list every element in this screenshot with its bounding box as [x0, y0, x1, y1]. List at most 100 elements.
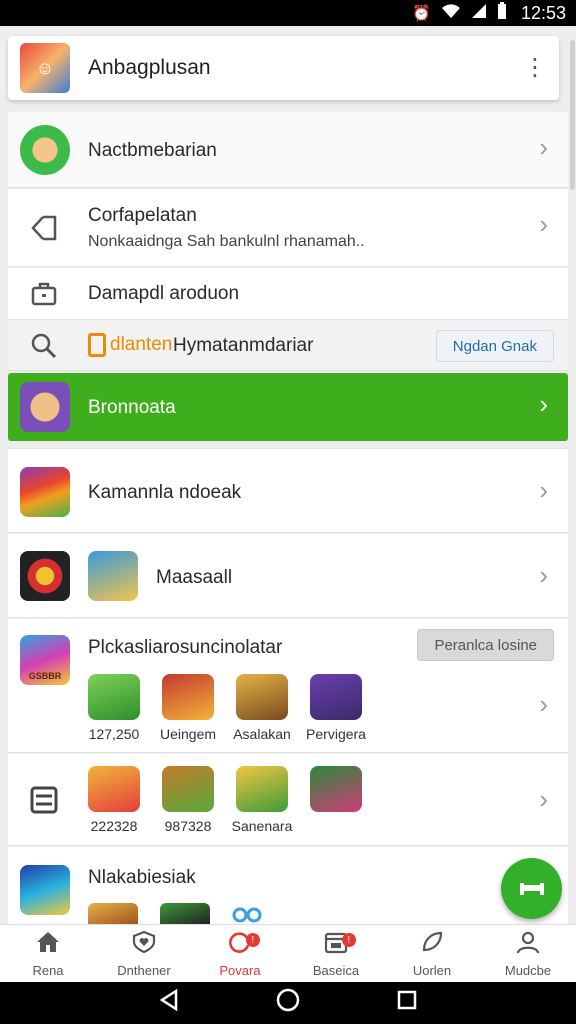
notification-badge: ! — [245, 933, 260, 947]
avatar-icon — [20, 382, 70, 432]
game-tile[interactable]: 222328 — [88, 766, 140, 834]
chevron-right-icon: › — [539, 560, 548, 590]
game-tile[interactable]: Pervigera — [306, 674, 366, 742]
battery-icon — [497, 2, 507, 24]
tile-image — [236, 766, 288, 812]
game-tile[interactable] — [232, 907, 262, 924]
app-avatar[interactable]: ☺ — [20, 43, 70, 93]
chevron-right-icon: › — [539, 784, 548, 814]
app-icon — [20, 467, 70, 517]
list-item-sublabel: Nonkaaidnga Sah bankulnl rhanamah.. — [88, 233, 365, 250]
shield-heart-icon — [131, 930, 157, 959]
list-item-label: Corfapelatan — [88, 205, 197, 226]
group-title: Plckasliarosuncinolatar — [88, 637, 283, 658]
chevron-right-icon: › — [539, 689, 548, 719]
nav-label: Mudcbe — [504, 962, 552, 978]
chevron-right-icon: › — [539, 132, 548, 162]
tile-image — [236, 674, 288, 720]
search-row[interactable]: dlanten Hymatanmdariar Ngdan Gnak — [8, 321, 568, 371]
chevron-right-icon: › — [539, 209, 548, 239]
tile-image — [162, 674, 214, 720]
list-item-highlighted[interactable]: Bronnoata › — [8, 373, 568, 441]
app-icon — [20, 551, 70, 601]
game-tile[interactable]: Ueingem — [160, 674, 216, 742]
more-vert-icon[interactable]: ⋮ — [523, 56, 547, 80]
list-item[interactable]: Damapdl aroduon — [8, 268, 568, 320]
share-icon — [22, 206, 66, 250]
list-item[interactable]: Kamannla ndoeak › — [8, 448, 568, 533]
home-circle-icon[interactable] — [276, 988, 300, 1019]
nav-label: Rena — [32, 962, 64, 978]
system-nav-bar — [0, 982, 576, 1024]
list-item-label: Damapdl aroduon — [88, 283, 240, 304]
tile-image — [88, 766, 140, 812]
list-item[interactable]: Corfapelatan Nonkaaidnga Sah bankulnl rh… — [8, 189, 568, 267]
briefcase-icon — [22, 272, 66, 316]
tile-caption: Asalakan — [233, 726, 291, 742]
game-tile[interactable] — [160, 903, 210, 924]
nav-label: Baseica — [312, 962, 360, 978]
fab-button[interactable] — [501, 858, 562, 919]
avatar-icon — [20, 125, 70, 175]
tile-caption: 127,250 — [88, 726, 140, 742]
tile-grid: 222328 987328 Sanenara — [88, 766, 362, 834]
game-tile[interactable]: 987328 — [162, 766, 214, 834]
tag-label: dlanten — [110, 334, 173, 356]
nav-item-profile[interactable]: Mudcbe — [480, 925, 576, 982]
list-item[interactable]: Nactbmebarian › — [8, 112, 568, 188]
nav-label: Povara — [219, 962, 261, 978]
page-title: Anbagplusan — [88, 56, 211, 79]
nav-label: Uorlen — [412, 962, 452, 978]
game-tile[interactable] — [88, 903, 138, 924]
list-item-group[interactable]: 222328 987328 Sanenara › — [8, 754, 568, 846]
list-item-label: Kamannla ndoeak — [88, 482, 242, 503]
list-item-label: Bronnoata — [88, 397, 176, 418]
bottom-nav: Rena Dnthener ! Povara ! Baseica Uorlen … — [0, 924, 576, 982]
list-item[interactable]: Maasaall › — [8, 534, 568, 618]
app-icon-text: GSBBR — [28, 671, 62, 681]
nav-label: Dnthener — [117, 962, 171, 978]
list-item-label: Nactbmebarian — [88, 140, 217, 161]
tile-image — [162, 766, 214, 812]
nav-item-leaf[interactable]: Uorlen — [384, 925, 480, 982]
scrollbar[interactable] — [570, 40, 575, 190]
search-icon — [22, 324, 66, 368]
person-icon — [515, 930, 541, 959]
list-item-group[interactable]: Nlakabiesiak — [8, 847, 568, 924]
tile-grid: 127,250 Ueingem Asalakan Pervigera — [88, 674, 366, 742]
game-tile[interactable] — [310, 766, 362, 834]
list-item-group[interactable]: GSBBR Plckasliarosuncinolatar Peranlca l… — [8, 619, 568, 753]
app-icon: GSBBR — [20, 635, 70, 685]
game-tile[interactable]: 127,250 — [88, 674, 140, 742]
signal-icon — [471, 3, 487, 23]
notification-badge: ! — [341, 933, 356, 947]
tile-image — [310, 674, 362, 720]
action-button[interactable]: Ngdan Gnak — [435, 330, 554, 362]
group-title: Nlakabiesiak — [88, 867, 196, 888]
back-icon[interactable] — [158, 988, 180, 1018]
tag-icon — [88, 333, 106, 357]
status-bar: ⏰ 12:53 — [0, 0, 576, 26]
tile-caption: 222328 — [90, 818, 138, 834]
nav-item-calendar[interactable]: ! Baseica — [288, 925, 384, 982]
tile-caption: Pervigera — [306, 726, 366, 742]
game-tile[interactable]: Asalakan — [233, 674, 291, 742]
game-tile[interactable]: Sanenara — [232, 766, 292, 834]
nav-item-active[interactable]: ! Povara — [192, 925, 288, 982]
chevron-right-icon: › — [539, 389, 548, 419]
tile-image — [88, 674, 140, 720]
alarm-icon: ⏰ — [412, 5, 431, 22]
app-icon — [20, 865, 70, 915]
orange-tag: dlanten — [88, 333, 172, 357]
nav-item-home[interactable]: Rena — [0, 925, 96, 982]
app-icon — [88, 551, 138, 601]
tile-caption: Sanenara — [231, 818, 293, 834]
nav-item-explore[interactable]: Dnthener — [96, 925, 192, 982]
tile-caption: 987328 — [164, 818, 212, 834]
wifi-icon — [441, 3, 461, 23]
recents-icon[interactable] — [396, 989, 418, 1018]
app-header: ☺ Anbagplusan ⋮ — [8, 36, 559, 100]
leaf-icon — [419, 930, 445, 959]
list-icon — [22, 778, 66, 822]
group-action-button[interactable]: Peranlca losine — [417, 629, 554, 661]
